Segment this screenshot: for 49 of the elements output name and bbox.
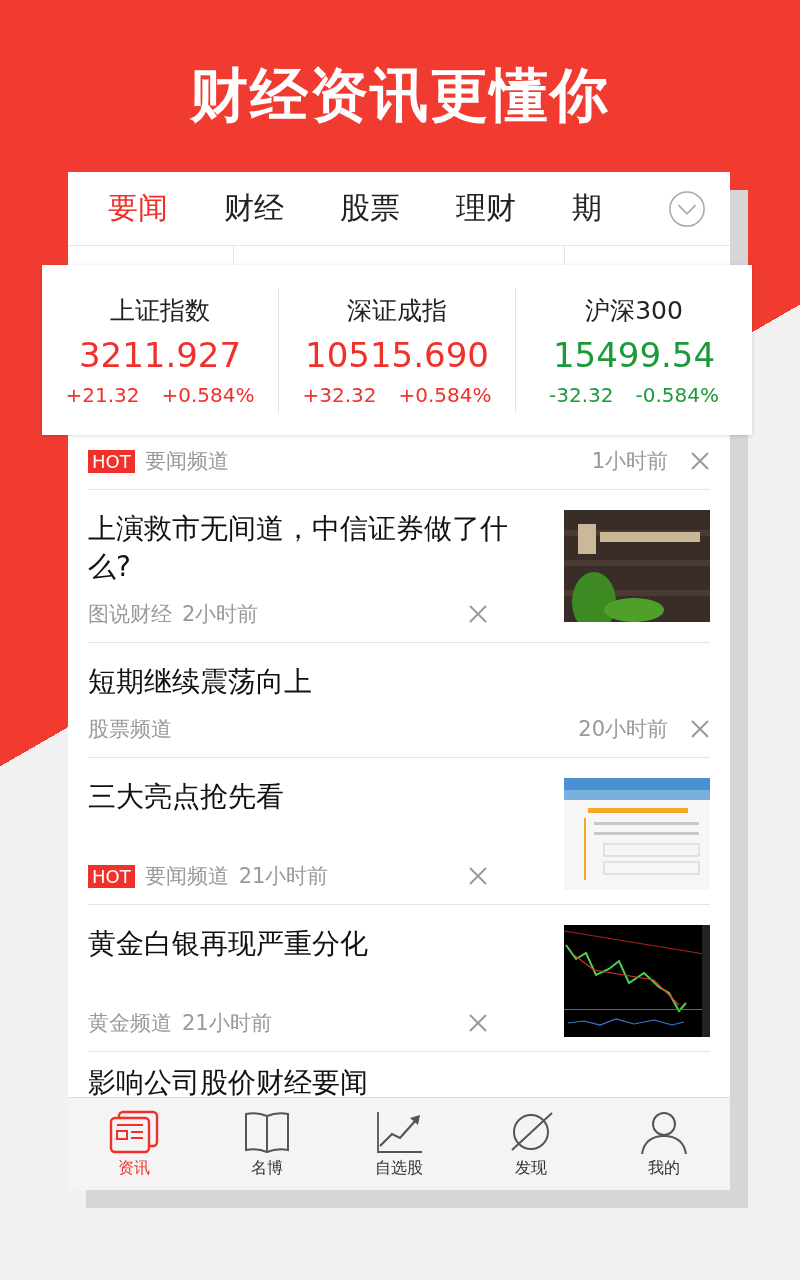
news-headline[interactable]: 三大亮点抢先看 (88, 778, 520, 816)
hot-tag: HOT (88, 449, 135, 473)
category-tab[interactable]: 期 (572, 188, 602, 229)
channel-name: 黄金频道 (88, 1010, 172, 1037)
hot-tag: HOT (88, 864, 135, 888)
news-time: 1小时前 (591, 448, 668, 475)
channel-name: 要闻频道 (144, 448, 229, 475)
nav-tab[interactable]: 资讯 (68, 1098, 201, 1190)
news-headline[interactable]: 黄金白银再现严重分化 (88, 925, 520, 963)
rising-chart-icon (374, 1109, 424, 1154)
category-tab[interactable]: 财经 (224, 188, 284, 229)
index-value: 3211.927 (78, 334, 242, 375)
news-time: 2小时前 (182, 601, 259, 628)
index-change: -32.32 (549, 382, 614, 407)
news-time: 20小时前 (578, 716, 668, 743)
index-change: +32.32 (302, 382, 377, 407)
index-value: 15499.54 (552, 334, 716, 375)
index-name: 深证成指 (347, 294, 447, 327)
expand-icon[interactable] (668, 189, 706, 228)
channel-name: 股票频道 (88, 716, 172, 743)
index-name: 沪深300 (585, 294, 683, 327)
close-icon[interactable] (468, 1013, 488, 1033)
close-icon[interactable] (690, 451, 710, 471)
nav-tab[interactable]: 发现 (465, 1098, 598, 1190)
index-change: +21.32 (65, 382, 140, 407)
newspaper-icon (109, 1109, 160, 1154)
headline: 财经资讯更懂你 (189, 60, 611, 131)
person-icon (638, 1109, 689, 1154)
channel-name: 要闻频道 (144, 863, 229, 890)
category-tab[interactable]: 股票 (340, 188, 400, 229)
close-icon[interactable] (690, 719, 710, 739)
news-headline[interactable]: 短期继续震荡向上 (88, 663, 710, 701)
index-value: 10515.690 (305, 334, 489, 375)
news-time: 21小时前 (238, 863, 329, 890)
close-icon[interactable] (468, 604, 488, 624)
nav-tab[interactable]: 我的 (597, 1098, 731, 1190)
category-tab[interactable]: 理财 (456, 188, 516, 229)
close-icon[interactable] (468, 866, 488, 886)
news-headline[interactable]: 上演救市无间道，中信证券做了什么? (88, 510, 520, 586)
index-name: 上证指数 (110, 294, 210, 327)
index-percent: +0.584% (398, 382, 492, 407)
channel-name: 图说财经 (88, 601, 172, 628)
category-tab[interactable]: 要闻 (108, 188, 168, 229)
news-time: 21小时前 (182, 1010, 272, 1037)
index-percent: +0.584% (161, 382, 255, 407)
index-percent: -0.584% (635, 382, 719, 407)
nav-tab[interactable]: 自选股 (332, 1098, 466, 1190)
nav-tab[interactable]: 名博 (200, 1098, 333, 1190)
news-headline[interactable]: 影响公司股价财经要闻 (88, 1064, 710, 1097)
